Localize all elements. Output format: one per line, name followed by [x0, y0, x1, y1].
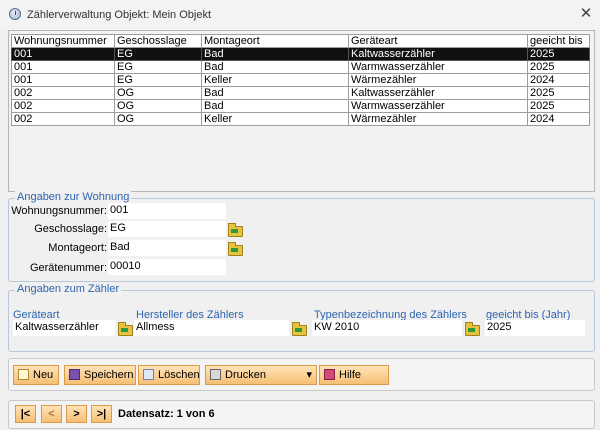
geeicht-field[interactable]: 2025: [485, 320, 585, 336]
wohnung-group-legend: Angaben zur Wohnung: [15, 191, 132, 203]
table-cell: EG: [114, 60, 202, 74]
table-row[interactable]: 002 OG Keller Wärmezähler 2024: [11, 112, 590, 126]
meter-table: Wohnungsnummer Geschosslage Montageort G…: [11, 34, 590, 126]
table-cell: EG: [114, 47, 202, 61]
table-cell: Wärmezähler: [348, 73, 528, 87]
geschosslage-field[interactable]: EG: [108, 221, 226, 237]
geraetenummer-field[interactable]: 00010: [108, 259, 226, 275]
speichern-button[interactable]: Speichern: [64, 365, 136, 385]
table-cell: Wärmezähler: [348, 112, 528, 126]
loeschen-button[interactable]: Löschen: [138, 365, 200, 385]
table-cell: 002: [11, 86, 115, 100]
close-button[interactable]: ✕: [577, 5, 595, 23]
table-row[interactable]: 002 OG Bad Kaltwasserzähler 2025: [11, 86, 590, 100]
window-title: Zählerverwaltung Objekt: Mein Objekt: [27, 9, 212, 21]
column-header-geschosslage[interactable]: Geschosslage: [114, 34, 202, 48]
table-cell: 002: [11, 112, 115, 126]
printer-icon: [210, 369, 221, 380]
geraetenummer-label: Gerätenummer:: [29, 262, 107, 274]
typ-select-button[interactable]: [463, 321, 480, 336]
table-cell: 2025: [527, 60, 590, 74]
last-record-button[interactable]: >|: [91, 405, 112, 423]
montageort-field[interactable]: Bad: [108, 240, 226, 256]
geschosslage-label: Geschosslage:: [34, 223, 107, 235]
column-header-geeicht-bis[interactable]: geeicht bis: [527, 34, 590, 48]
table-cell: 001: [11, 73, 115, 87]
arrow-icon: [468, 328, 475, 332]
record-status: Datensatz: 1 von 6: [118, 408, 215, 420]
arrow-icon: [231, 248, 238, 252]
table-cell: Keller: [201, 73, 349, 87]
first-record-button[interactable]: |<: [15, 405, 36, 423]
column-header-montageort[interactable]: Montageort: [201, 34, 349, 48]
meter-app-icon: [9, 8, 21, 20]
hersteller-field[interactable]: Allmess: [134, 320, 289, 336]
chevron-down-icon: ▾: [306, 369, 312, 381]
table-cell: 2025: [527, 86, 590, 100]
table-cell: Warmwasserzähler: [348, 60, 528, 74]
table-cell: 001: [11, 47, 115, 61]
arrow-icon: [231, 229, 238, 233]
table-row[interactable]: 002 OG Bad Warmwasserzähler 2025: [11, 99, 590, 113]
wohnungsnummer-field[interactable]: 001: [108, 203, 226, 219]
montageort-label: Montageort:: [48, 242, 107, 254]
geraeteart-select-button[interactable]: [116, 321, 133, 336]
table-cell: 2024: [527, 112, 590, 126]
column-header-geraeteart[interactable]: Geräteart: [348, 34, 528, 48]
table-cell: 2024: [527, 73, 590, 87]
zaehler-group-legend: Angaben zum Zähler: [15, 283, 122, 295]
table-cell: Bad: [201, 86, 349, 100]
table-row[interactable]: 001 EG Keller Wärmezähler 2024: [11, 73, 590, 87]
table-cell: 002: [11, 99, 115, 113]
table-cell: OG: [114, 99, 202, 113]
table-cell: OG: [114, 86, 202, 100]
table-cell: 001: [11, 60, 115, 74]
table-row[interactable]: 001 EG Bad Warmwasserzähler 2025: [11, 60, 590, 74]
table-cell: Bad: [201, 60, 349, 74]
help-book-icon: [324, 369, 335, 380]
record-navigation-bar: |< < > >| Datensatz: 1 von 6: [8, 400, 595, 429]
table-cell: OG: [114, 112, 202, 126]
drucken-button[interactable]: Drucken ▾: [205, 365, 317, 385]
table-cell: Warmwasserzähler: [348, 99, 528, 113]
wohnungsnummer-label: Wohnungsnummer:: [11, 205, 107, 217]
montageort-select-button[interactable]: [226, 241, 243, 256]
geschosslage-select-button[interactable]: [226, 222, 243, 237]
table-cell: Bad: [201, 99, 349, 113]
table-cell: EG: [114, 73, 202, 87]
arrow-icon: [295, 328, 302, 332]
table-header-row: Wohnungsnummer Geschosslage Montageort G…: [11, 34, 590, 48]
column-header-wohnungsnummer[interactable]: Wohnungsnummer: [11, 34, 115, 48]
geraeteart-field[interactable]: Kaltwasserzähler: [13, 320, 115, 336]
hersteller-select-button[interactable]: [290, 321, 307, 336]
neu-button[interactable]: Neu: [13, 365, 59, 385]
meter-grid-panel: Wohnungsnummer Geschosslage Montageort G…: [8, 30, 595, 192]
table-cell: Bad: [201, 47, 349, 61]
next-record-button[interactable]: >: [66, 405, 87, 423]
typ-field[interactable]: KW 2010: [312, 320, 462, 336]
table-cell: 2025: [527, 99, 590, 113]
previous-record-button[interactable]: <: [41, 405, 62, 423]
new-document-icon: [18, 369, 29, 380]
title-bar: Zählerverwaltung Objekt: Mein Objekt ✕: [0, 0, 600, 30]
table-row[interactable]: 001 EG Bad Kaltwasserzähler 2025: [11, 47, 590, 61]
hilfe-button[interactable]: Hilfe: [319, 365, 389, 385]
table-cell: 2025: [527, 47, 590, 61]
table-cell: Keller: [201, 112, 349, 126]
table-cell: Kaltwasserzähler: [348, 47, 528, 61]
action-toolbar: Neu Speichern Löschen Drucken ▾ Hilfe: [8, 358, 595, 391]
delete-icon: [143, 369, 154, 380]
table-cell: Kaltwasserzähler: [348, 86, 528, 100]
arrow-icon: [121, 328, 128, 332]
save-disk-icon: [69, 369, 80, 380]
